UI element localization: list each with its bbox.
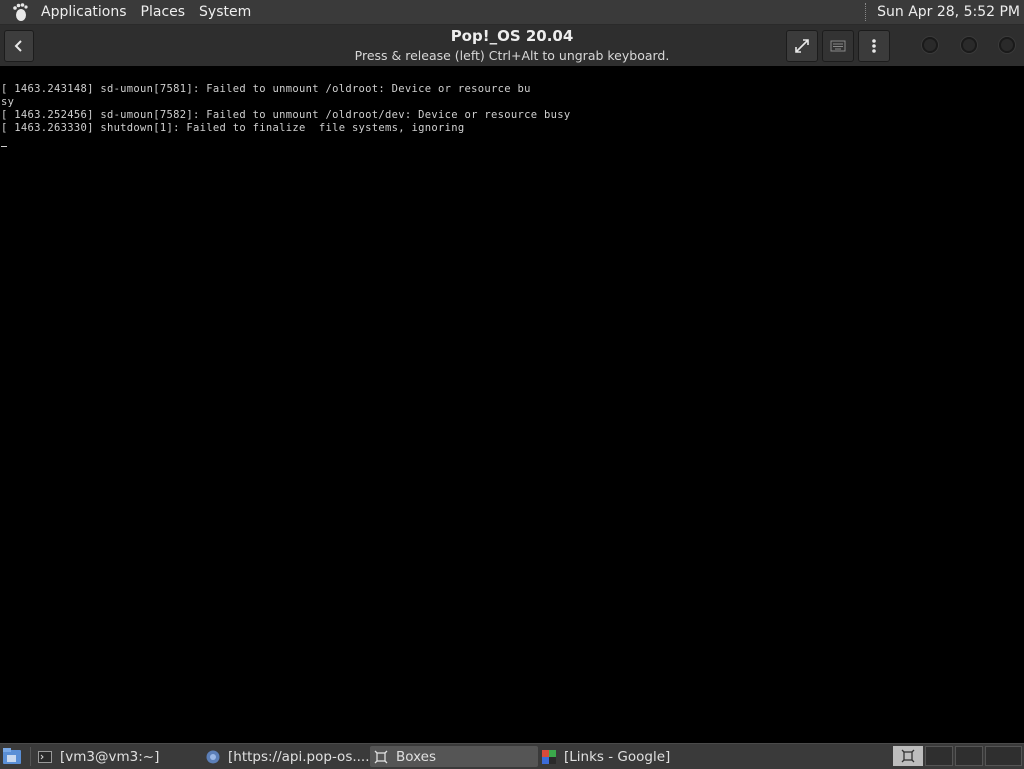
task-label: [Links - Google] — [564, 748, 671, 765]
console-line: sy — [1, 96, 15, 108]
task-label: [vm3@vm3:~] — [60, 748, 160, 765]
kebab-menu-icon — [872, 39, 876, 53]
panel-grip — [865, 3, 869, 21]
task-chrome[interactable]: [https://api.pop-os.... — [206, 746, 370, 767]
text-cursor — [1, 146, 7, 147]
links-browser-icon — [542, 749, 556, 764]
workspace-2[interactable] — [925, 746, 953, 766]
taskbar-separator — [30, 747, 31, 766]
keyboard-button[interactable] — [822, 30, 854, 62]
workspace-1[interactable] — [893, 746, 923, 766]
folder-icon — [3, 748, 21, 764]
fullscreen-icon — [795, 39, 809, 53]
keyboard-icon — [830, 40, 846, 52]
applications-menu[interactable]: Applications — [34, 0, 134, 24]
places-menu[interactable]: Places — [134, 0, 193, 24]
task-links[interactable]: [Links - Google] — [542, 746, 722, 767]
top-panel: Applications Places System Sun Apr 28, 5… — [0, 0, 1024, 25]
boxes-headerbar: Pop!_OS 20.04 Press & release (left) Ctr… — [0, 25, 1024, 67]
task-terminal[interactable]: [vm3@vm3:~] — [38, 746, 198, 767]
chrome-icon — [206, 750, 220, 763]
workspace-4[interactable] — [985, 746, 1022, 766]
boxes-icon — [374, 750, 388, 763]
task-label: [https://api.pop-os.... — [228, 748, 370, 765]
boxes-icon — [901, 749, 915, 763]
maximize-button[interactable] — [961, 37, 977, 53]
console-line: [ 1463.263330] shutdown[1]: Failed to fi… — [1, 122, 465, 134]
clock[interactable]: Sun Apr 28, 5:52 PM — [877, 4, 1020, 20]
taskbar: [vm3@vm3:~] [https://api.pop-os.... Boxe… — [0, 743, 1024, 769]
minimize-button[interactable] — [922, 37, 938, 53]
task-label: Boxes — [396, 748, 437, 765]
show-desktop-button[interactable] — [2, 746, 22, 766]
console-line: [ 1463.243148] sd-umoun[7581]: Failed to… — [1, 83, 531, 95]
system-menu[interactable]: System — [192, 0, 258, 24]
menu-button[interactable] — [858, 30, 890, 62]
fullscreen-button[interactable] — [786, 30, 818, 62]
workspace-3[interactable] — [955, 746, 983, 766]
close-button[interactable] — [999, 37, 1015, 53]
terminal-icon — [38, 750, 52, 763]
vm-console[interactable]: [ 1463.243148] sd-umoun[7581]: Failed to… — [0, 66, 1024, 742]
task-boxes[interactable]: Boxes — [370, 746, 538, 767]
gnome-foot-icon[interactable] — [8, 0, 32, 24]
console-line: [ 1463.252456] sd-umoun[7582]: Failed to… — [1, 109, 571, 121]
